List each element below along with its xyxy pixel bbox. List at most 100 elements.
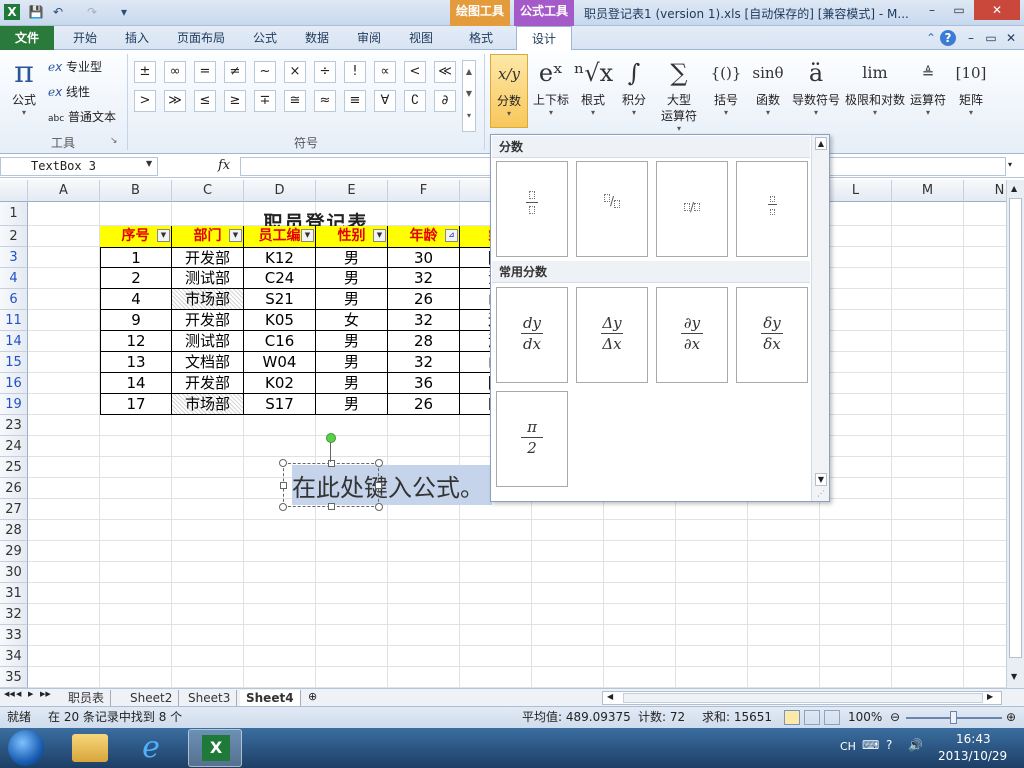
insert-function-icon[interactable]: fx xyxy=(218,158,230,173)
symbol-button[interactable]: ∁ xyxy=(404,90,426,112)
symbol-button[interactable]: ≠ xyxy=(224,61,246,83)
accent-button[interactable]: ä 导数符号 ▾ xyxy=(792,54,840,128)
excel-icon[interactable]: X xyxy=(4,4,20,20)
table-cell[interactable]: 男 xyxy=(316,373,388,394)
sheet-tab-3[interactable]: Sheet4 xyxy=(240,690,301,706)
symbol-button[interactable]: ≫ xyxy=(164,90,186,112)
sheet-tab-2[interactable]: Sheet3 xyxy=(182,690,238,706)
table-cell[interactable]: 32 xyxy=(388,352,460,373)
page-break-view-icon[interactable] xyxy=(824,710,840,725)
table-cell[interactable]: 女 xyxy=(316,310,388,331)
name-box-dropdown-icon[interactable]: ▼ xyxy=(146,159,152,168)
resize-handle[interactable] xyxy=(375,482,382,489)
tab-data[interactable]: 数据 xyxy=(294,26,340,50)
row-header-24[interactable]: 24 xyxy=(0,436,28,457)
scroll-up-icon[interactable]: ▲ xyxy=(1011,184,1017,193)
symbol-button[interactable]: ≤ xyxy=(194,90,216,112)
column-header-e[interactable]: E xyxy=(316,180,388,202)
resize-handle[interactable] xyxy=(279,503,287,511)
symbol-button[interactable]: = xyxy=(194,61,216,83)
function-button[interactable]: sinθ 函数 ▾ xyxy=(748,54,788,128)
bracket-button[interactable]: {()} 括号 ▾ xyxy=(707,54,745,128)
row-header-14[interactable]: 14 xyxy=(0,331,28,352)
resize-handle[interactable] xyxy=(375,503,383,511)
row-header-11[interactable]: 11 xyxy=(0,310,28,331)
symbol-button[interactable]: ∂ xyxy=(434,90,456,112)
table-cell[interactable]: 开发部 xyxy=(172,373,244,394)
row-header-33[interactable]: 33 xyxy=(0,625,28,646)
table-cell[interactable]: 市场部 xyxy=(172,394,244,415)
symbol-button[interactable]: ∀ xyxy=(374,90,396,112)
fraction-small[interactable] xyxy=(736,161,808,257)
common-fraction-0[interactable]: dy dx xyxy=(496,287,568,383)
row-header-26[interactable]: 26 xyxy=(0,478,28,499)
normal-view-icon[interactable] xyxy=(784,710,800,725)
table-cell[interactable]: 26 xyxy=(388,394,460,415)
clock-time[interactable]: 16:43 xyxy=(956,732,991,746)
table-cell[interactable]: 男 xyxy=(316,394,388,415)
symbol-button[interactable]: ! xyxy=(344,61,366,83)
table-cell[interactable]: C24 xyxy=(244,268,316,289)
table-cell[interactable]: 男 xyxy=(316,352,388,373)
tab-formulas[interactable]: 公式 xyxy=(242,26,288,50)
table-cell[interactable]: 9 xyxy=(100,310,172,331)
column-header-l[interactable]: L xyxy=(820,180,892,202)
common-fraction-2[interactable]: ∂y ∂x xyxy=(656,287,728,383)
resize-grip-icon[interactable]: ⋰ xyxy=(817,489,825,498)
scroll-down-icon[interactable]: ▼ xyxy=(815,473,827,486)
symbol-button[interactable]: < xyxy=(404,61,426,83)
row-header-31[interactable]: 31 xyxy=(0,583,28,604)
limit-log-button[interactable]: lim 极限和对数 ▾ xyxy=(844,54,906,128)
rotation-handle[interactable] xyxy=(326,433,336,443)
filter-dropdown-icon[interactable]: ▼ xyxy=(373,229,386,242)
select-all-corner[interactable] xyxy=(0,180,28,202)
symbol-button[interactable]: ÷ xyxy=(314,61,336,83)
table-cell[interactable]: 文档部 xyxy=(172,352,244,373)
symbol-button[interactable]: ∓ xyxy=(254,90,276,112)
keyboard-icon[interactable]: ⌨ xyxy=(862,738,879,752)
table-cell[interactable]: 市场部 xyxy=(172,289,244,310)
table-cell[interactable]: 测试部 xyxy=(172,268,244,289)
professional-button[interactable]: ℯx 专业型 xyxy=(48,58,102,75)
redo-icon[interactable]: ↷ xyxy=(84,4,100,20)
table-cell[interactable]: S21 xyxy=(244,289,316,310)
table-cell[interactable]: 1 xyxy=(100,247,172,268)
large-operator-button[interactable]: ∑ 大型 运算符 ▾ xyxy=(656,54,702,133)
row-header-32[interactable]: 32 xyxy=(0,604,28,625)
tab-home[interactable]: 开始 xyxy=(62,26,108,50)
column-header-d[interactable]: D xyxy=(244,180,316,202)
row-header-2[interactable]: 2 xyxy=(0,226,28,247)
sheet-tab-0[interactable]: 职员表 xyxy=(62,690,112,706)
row-header-30[interactable]: 30 xyxy=(0,562,28,583)
resize-handle[interactable] xyxy=(375,459,383,467)
column-header-b[interactable]: B xyxy=(100,180,172,202)
operator-button[interactable]: ≜ 运算符 ▾ xyxy=(908,54,948,128)
save-icon[interactable]: 💾 xyxy=(28,4,44,20)
sheet-tab-1[interactable]: Sheet2 xyxy=(124,690,180,706)
filter-dropdown-icon[interactable]: ▼ xyxy=(301,229,314,242)
page-layout-view-icon[interactable] xyxy=(804,710,820,725)
zoom-in-icon[interactable]: ⊕ xyxy=(1006,707,1016,728)
table-cell[interactable]: 男 xyxy=(316,247,388,268)
table-cell[interactable]: 17 xyxy=(100,394,172,415)
scroll-left-icon[interactable]: ◀ xyxy=(607,692,613,701)
customize-qat-icon[interactable]: ▾ xyxy=(116,4,132,20)
symbol-button[interactable]: ≥ xyxy=(224,90,246,112)
table-cell[interactable]: C16 xyxy=(244,331,316,352)
row-header-6[interactable]: 6 xyxy=(0,289,28,310)
column-header-n[interactable]: N xyxy=(964,180,1006,202)
resize-handle[interactable] xyxy=(328,503,335,510)
gallery-scrollbar[interactable]: ▲ ▼ xyxy=(811,135,829,501)
excel-taskbar-button[interactable]: X xyxy=(188,729,242,767)
table-cell[interactable]: 26 xyxy=(388,289,460,310)
sheet-nav-button[interactable]: ▶▶ xyxy=(40,690,51,698)
table-cell[interactable]: 4 xyxy=(100,289,172,310)
equation-button[interactable]: π 公式 ▾ xyxy=(4,54,44,118)
symbol-button[interactable]: > xyxy=(134,90,156,112)
fraction-linear[interactable]: / xyxy=(656,161,728,257)
sheet-nav-button[interactable]: ◀◀ xyxy=(4,690,15,698)
table-cell[interactable]: K02 xyxy=(244,373,316,394)
table-cell[interactable]: 32 xyxy=(388,310,460,331)
sheet-nav-button[interactable]: ▶ xyxy=(28,690,33,698)
table-cell[interactable]: S17 xyxy=(244,394,316,415)
